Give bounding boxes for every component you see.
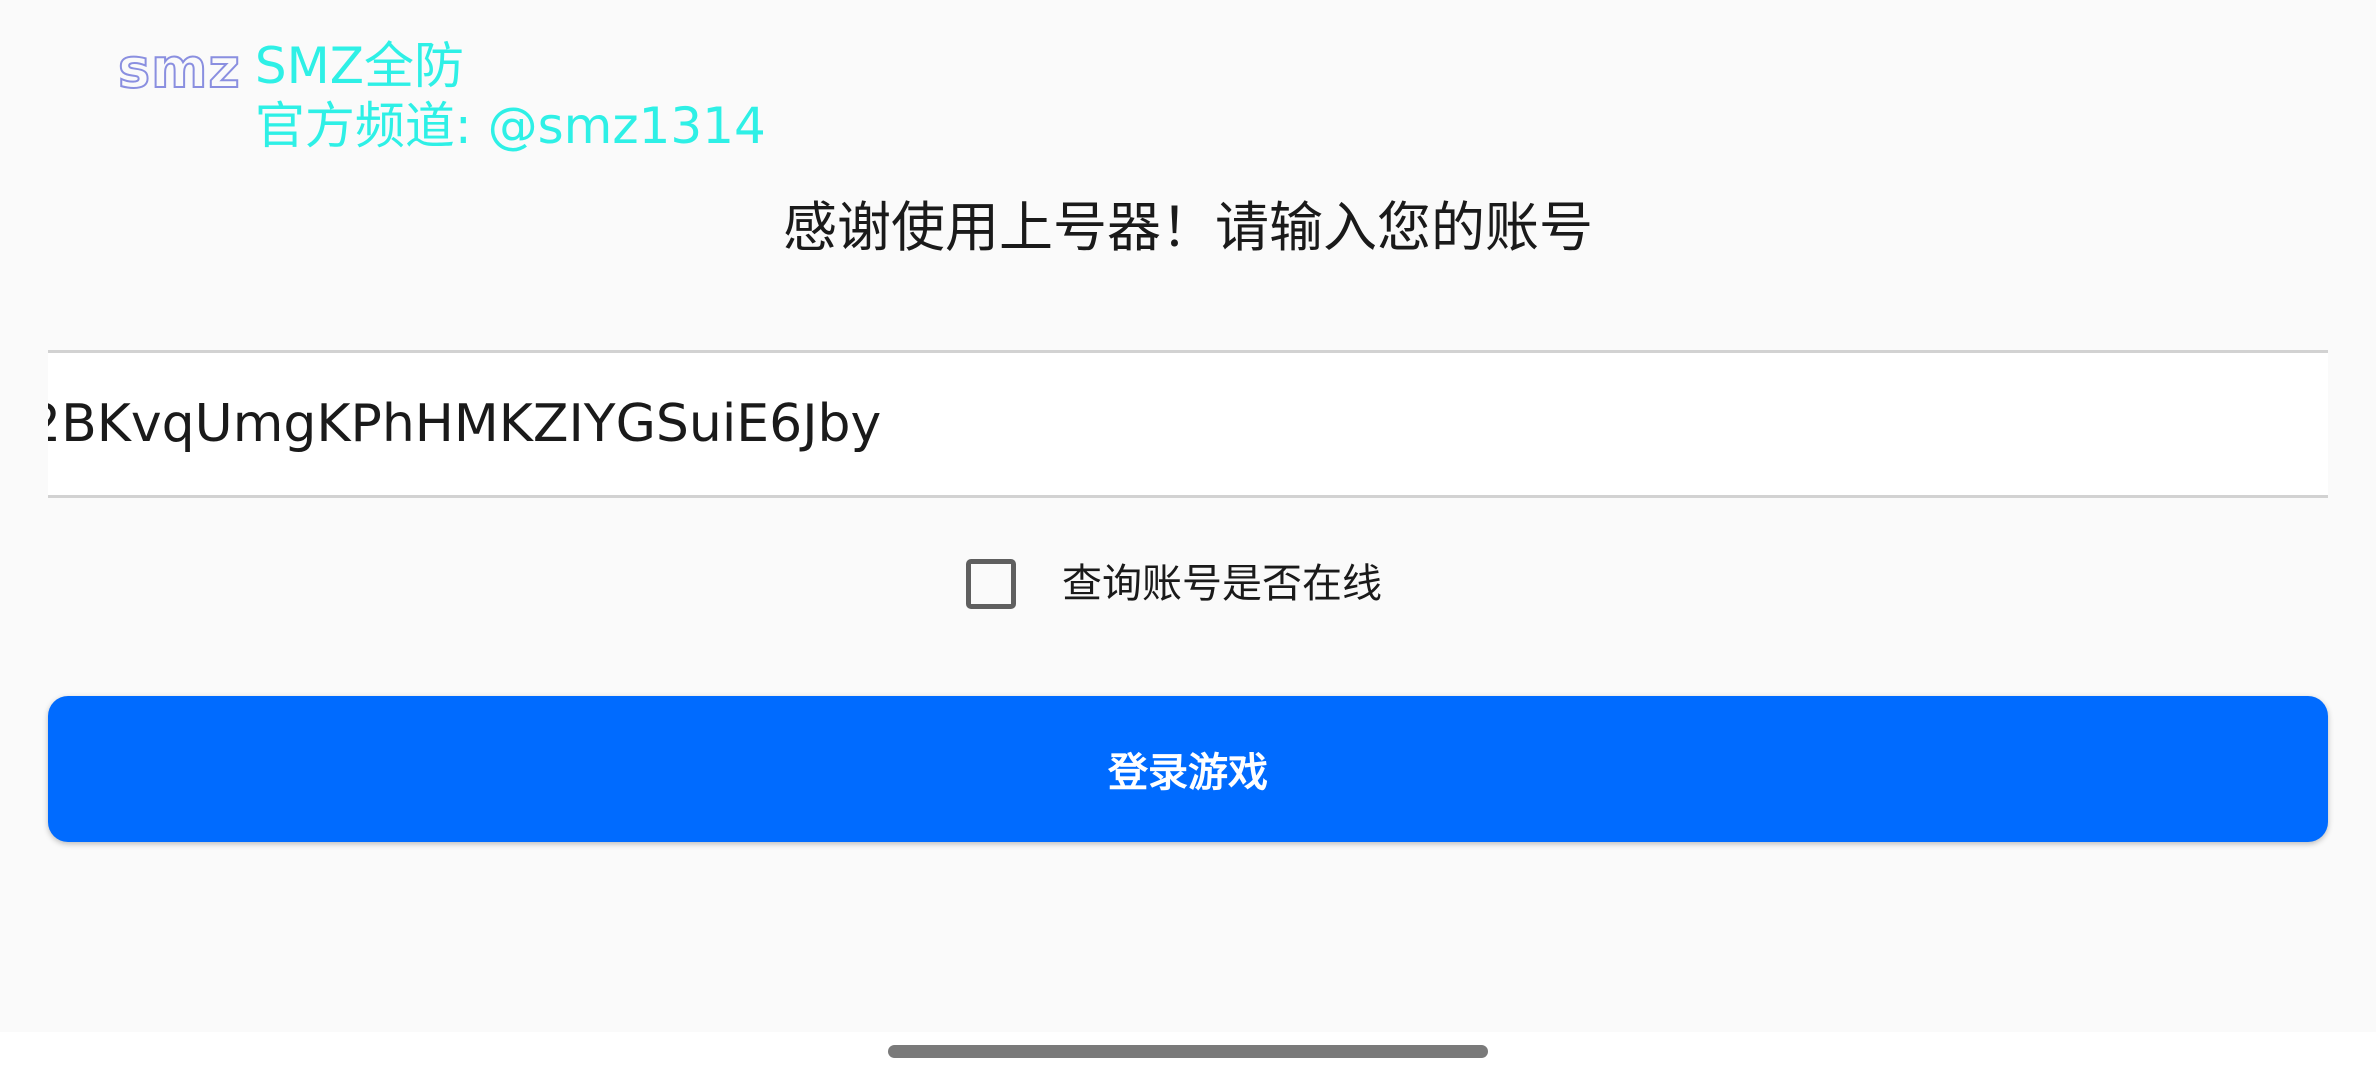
online-check-label[interactable]: 查询账号是否在线 <box>1062 554 1382 614</box>
smz-logo: smz <box>117 36 241 101</box>
account-input[interactable] <box>48 353 2328 495</box>
watermark-overlay: smz SMZ全防 官方频道: @smz1314 <box>117 36 766 156</box>
watermark-title: SMZ全防 <box>254 37 464 95</box>
online-check-row[interactable]: 查询账号是否在线 <box>966 554 1382 614</box>
page-title: 感谢使用上号器！请输入您的账号 <box>783 196 1593 259</box>
login-game-button[interactable]: 登录游戏 <box>48 696 2328 842</box>
online-checkbox[interactable] <box>966 559 1016 609</box>
watermark-channel: 官方频道: @smz1314 <box>254 97 766 155</box>
watermark-text: SMZ全防 官方频道: @smz1314 <box>255 36 766 156</box>
account-field[interactable] <box>48 350 2328 498</box>
app-screen: smz SMZ全防 官方频道: @smz1314 感谢使用上号器！请输入您的账号… <box>0 0 2376 1032</box>
gesture-nav-bar[interactable] <box>888 1045 1488 1058</box>
